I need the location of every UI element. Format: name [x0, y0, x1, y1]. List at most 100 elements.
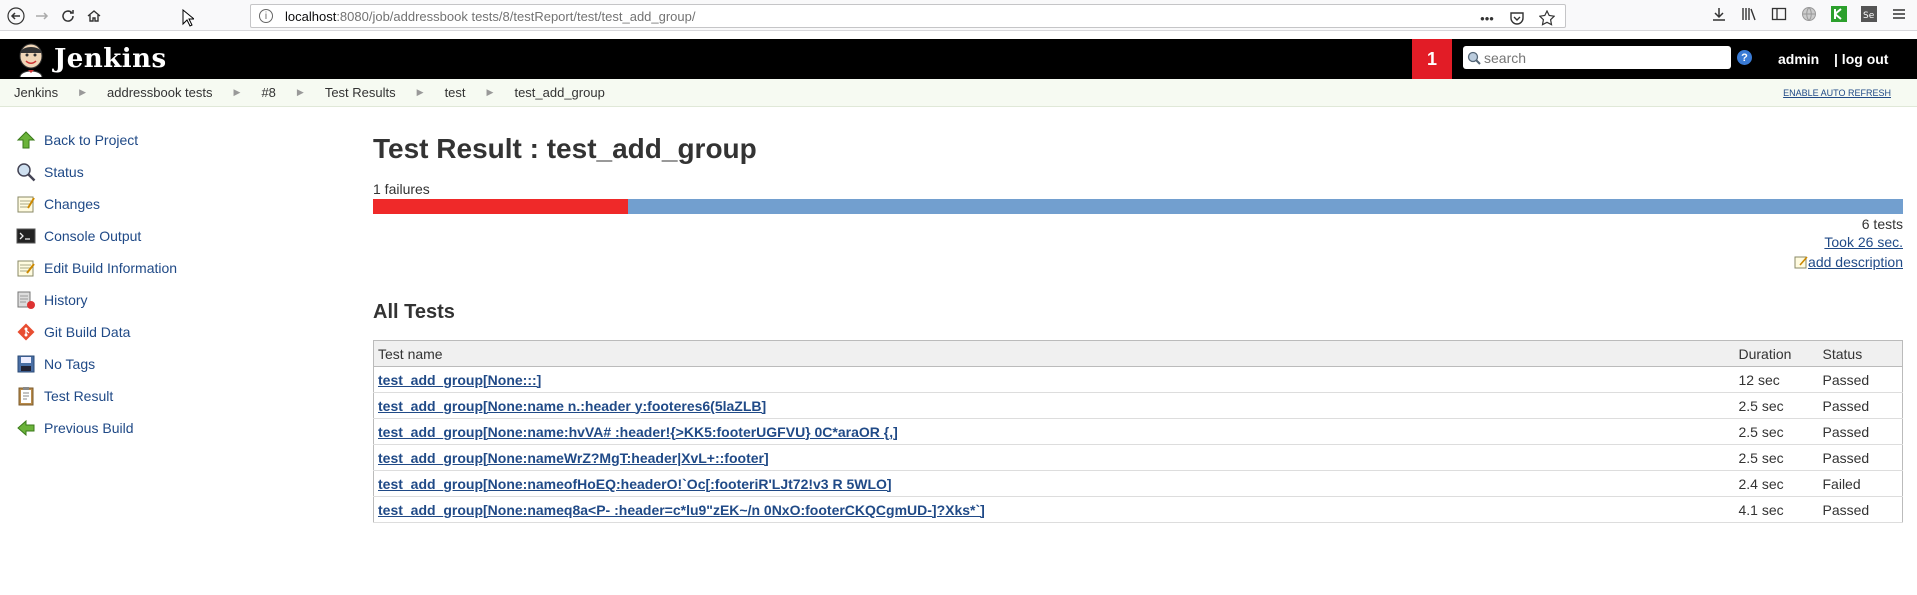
home-icon[interactable]	[82, 4, 106, 28]
sidebar-item-git-build-data[interactable]: Git Build Data	[14, 316, 354, 348]
forward-icon[interactable]	[30, 4, 54, 28]
breadcrumb-separator-icon[interactable]: ▶	[65, 87, 100, 98]
bookmark-star-icon[interactable]	[1537, 8, 1557, 28]
test-name-link[interactable]: test_add_group[None:nameofHoEQ:headerO!`…	[378, 476, 892, 492]
sidebar-item-label[interactable]: Status	[44, 164, 84, 180]
table-row: test_add_group[None:name:hvVA# :header!{…	[373, 418, 1903, 445]
test-name-link[interactable]: test_add_group[None:name n.:header y:foo…	[378, 398, 766, 414]
sidebar-item-history[interactable]: History	[14, 284, 354, 316]
save-icon	[14, 352, 38, 376]
status-cell: Passed	[1818, 496, 1903, 523]
mouse-cursor-icon	[176, 6, 200, 30]
failure-count: 1 failures	[373, 181, 430, 197]
library-icon[interactable]	[1739, 4, 1759, 24]
search-icon	[1467, 51, 1481, 65]
notepad-edit-icon	[14, 256, 38, 280]
sidebar-item-no-tags[interactable]: No Tags	[14, 348, 354, 380]
breadcrumb-separator-icon[interactable]: ▶	[283, 87, 318, 98]
breadcrumb-jenkins[interactable]: Jenkins	[7, 85, 65, 100]
breadcrumb-test-results[interactable]: Test Results	[318, 85, 403, 100]
sidebar-item-test-result[interactable]: Test Result	[14, 380, 354, 412]
duration-cell: 12 sec	[1734, 366, 1819, 393]
sidebar-item-label[interactable]: Changes	[44, 196, 100, 212]
sidebar-item-label[interactable]: No Tags	[44, 356, 95, 372]
reload-icon[interactable]	[56, 4, 80, 28]
sidebar-item-label[interactable]: Console Output	[44, 228, 141, 244]
enable-auto-refresh-link[interactable]: ENABLE AUTO REFRESH	[1783, 88, 1891, 98]
breadcrumb-job[interactable]: addressbook tests	[100, 85, 220, 100]
jenkins-logo[interactable]: Jenkins	[14, 41, 167, 77]
globe-icon[interactable]	[1799, 4, 1819, 24]
clipboard-icon	[14, 384, 38, 408]
logout-link[interactable]: | log out	[1834, 51, 1888, 67]
test-name-link[interactable]: test_add_group[None:::]	[378, 372, 541, 388]
left-arrow-icon	[14, 416, 38, 440]
download-icon[interactable]	[1709, 4, 1729, 24]
breadcrumb-test[interactable]: test_add_group	[507, 85, 611, 100]
browser-toolbar: i localhost:8080/job/addressbook tests/8…	[0, 0, 1917, 31]
sidebar-item-console-output[interactable]: Console Output	[14, 220, 354, 252]
test-name-link[interactable]: test_add_group[None:name:hvVA# :header!{…	[378, 424, 898, 440]
tests-count: 6 tests	[1861, 216, 1903, 232]
breadcrumb-separator-icon[interactable]: ▶	[473, 87, 508, 98]
sidebar-item-label[interactable]: Previous Build	[44, 420, 134, 436]
breadcrumb-package[interactable]: test	[438, 85, 473, 100]
duration-cell: 2.5 sec	[1734, 444, 1819, 471]
test-name-link[interactable]: test_add_group[None:nameq8a<P- :header=c…	[378, 502, 985, 518]
menu-icon[interactable]	[1889, 4, 1909, 24]
terminal-icon	[14, 224, 38, 248]
sidebar: Back to Project Status Changes Console O…	[14, 124, 354, 444]
back-icon[interactable]	[4, 4, 28, 28]
sidebar-item-label[interactable]: Back to Project	[44, 132, 138, 148]
column-header-status[interactable]: Status	[1818, 340, 1903, 367]
status-cell: Passed	[1818, 444, 1903, 471]
selenium-icon[interactable]: Se	[1859, 4, 1879, 24]
more-actions-icon[interactable]: •••	[1477, 8, 1497, 28]
column-header-test-name[interactable]: Test name	[373, 340, 1735, 367]
all-tests-heading: All Tests	[373, 301, 455, 323]
sidebar-item-previous-build[interactable]: Previous Build	[14, 412, 354, 444]
sidebar-item-back-to-project[interactable]: Back to Project	[14, 124, 354, 156]
info-icon[interactable]: i	[259, 9, 273, 23]
test-name-cell: test_add_group[None:nameofHoEQ:headerO!`…	[373, 470, 1735, 497]
breadcrumb-separator-icon[interactable]: ▶	[403, 87, 438, 98]
duration-link[interactable]: Took 26 sec.	[1824, 234, 1903, 250]
sidebar-item-label[interactable]: Test Result	[44, 388, 113, 404]
sidebar-item-edit-build-information[interactable]: Edit Build Information	[14, 252, 354, 284]
column-header-duration[interactable]: Duration	[1734, 340, 1819, 367]
status-cell: Passed	[1818, 366, 1903, 393]
sidebar-toggle-icon[interactable]	[1769, 4, 1789, 24]
status-cell: Passed	[1818, 392, 1903, 419]
duration-cell: 2.4 sec	[1734, 470, 1819, 497]
table-row: test_add_group[None:nameq8a<P- :header=c…	[373, 496, 1903, 523]
add-description-label[interactable]: add description	[1808, 254, 1903, 270]
breadcrumb-separator-icon[interactable]: ▶	[220, 87, 255, 98]
table-row: test_add_group[None:nameofHoEQ:headerO!`…	[373, 470, 1903, 497]
sidebar-item-changes[interactable]: Changes	[14, 188, 354, 220]
status-cell: Passed	[1818, 418, 1903, 445]
sidebar-item-label[interactable]: Edit Build Information	[44, 260, 177, 276]
sidebar-item-label[interactable]: Git Build Data	[44, 324, 130, 340]
up-arrow-icon	[14, 128, 38, 152]
extension-k-icon[interactable]	[1829, 4, 1849, 24]
search-box	[1463, 46, 1731, 69]
duration-cell: 4.1 sec	[1734, 496, 1819, 523]
url-bar[interactable]: i localhost:8080/job/addressbook tests/8…	[250, 4, 1566, 28]
url-path: :8080/job/addressbook tests/8/testReport…	[336, 8, 696, 24]
help-icon[interactable]: ?	[1737, 50, 1752, 65]
test-name-cell: test_add_group[None:::]	[373, 366, 1735, 393]
notification-badge[interactable]: 1	[1412, 39, 1452, 79]
table-row: test_add_group[None:name n.:header y:foo…	[373, 392, 1903, 419]
test-name-link[interactable]: test_add_group[None:nameWrZ?MgT:header|X…	[378, 450, 769, 466]
search-input[interactable]	[1484, 49, 1724, 66]
breadcrumb-build[interactable]: #8	[254, 85, 282, 100]
duration-cell: 2.5 sec	[1734, 392, 1819, 419]
sidebar-item-status[interactable]: Status	[14, 156, 354, 188]
add-description-link[interactable]: add description	[1794, 254, 1903, 270]
sidebar-item-label[interactable]: History	[44, 292, 88, 308]
pocket-icon[interactable]	[1507, 8, 1527, 28]
user-link[interactable]: admin	[1778, 51, 1819, 67]
test-result-bar	[373, 199, 1903, 214]
jenkins-header: Jenkins 1 ? admin | log out	[0, 39, 1917, 79]
breadcrumb: Jenkins ▶ addressbook tests ▶ #8 ▶ Test …	[0, 79, 1917, 107]
